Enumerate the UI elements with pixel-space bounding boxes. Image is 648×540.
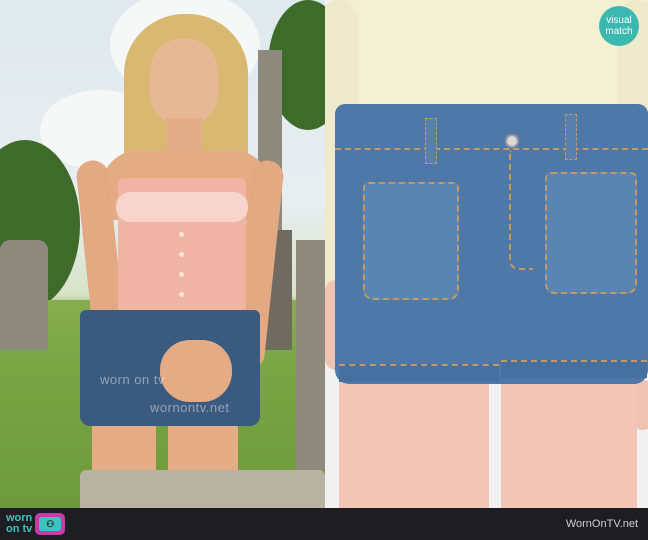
fly-stitching bbox=[509, 150, 533, 270]
gravestone-shape bbox=[296, 240, 325, 470]
waistband-seam bbox=[335, 148, 648, 150]
gravestone-shape bbox=[0, 240, 48, 350]
tv-screen: ⚇ bbox=[39, 517, 62, 531]
patch-pocket-right bbox=[545, 172, 637, 294]
badge-line-1: visual bbox=[606, 15, 632, 26]
watermark-text: worn on tv bbox=[100, 372, 165, 387]
button-dot bbox=[179, 232, 184, 237]
product-image bbox=[325, 0, 648, 508]
image-collage: worn on tv wornontv.net visual match bbox=[0, 0, 648, 508]
button-dot bbox=[179, 272, 184, 277]
camisole-ruffle bbox=[116, 192, 248, 222]
belt-loop bbox=[565, 114, 577, 160]
logo-word-ontv: on tv bbox=[6, 523, 33, 535]
foreground-stone bbox=[80, 470, 325, 508]
clasped-hands bbox=[160, 340, 232, 402]
face bbox=[150, 38, 218, 124]
belt-loop bbox=[425, 118, 437, 164]
logo-wordmark: worn on tv bbox=[6, 513, 32, 535]
watermark-text: wornontv.net bbox=[150, 400, 230, 415]
hem-left bbox=[339, 364, 499, 382]
footer-bar: worn on tv ⚇ WornOnTV.net bbox=[0, 508, 648, 540]
hem-right bbox=[501, 360, 647, 378]
patch-pocket-left bbox=[363, 182, 459, 300]
button-dot bbox=[179, 292, 184, 297]
show-still-image: worn on tv wornontv.net bbox=[0, 0, 325, 508]
site-url[interactable]: WornOnTV.net bbox=[566, 518, 638, 530]
tv-icon: ⚇ bbox=[35, 513, 66, 535]
site-logo[interactable]: worn on tv ⚇ bbox=[6, 513, 66, 535]
shank-button bbox=[505, 134, 519, 148]
visual-match-badge: visual match bbox=[599, 6, 639, 46]
badge-line-2: match bbox=[605, 26, 633, 37]
button-dot bbox=[179, 252, 184, 257]
